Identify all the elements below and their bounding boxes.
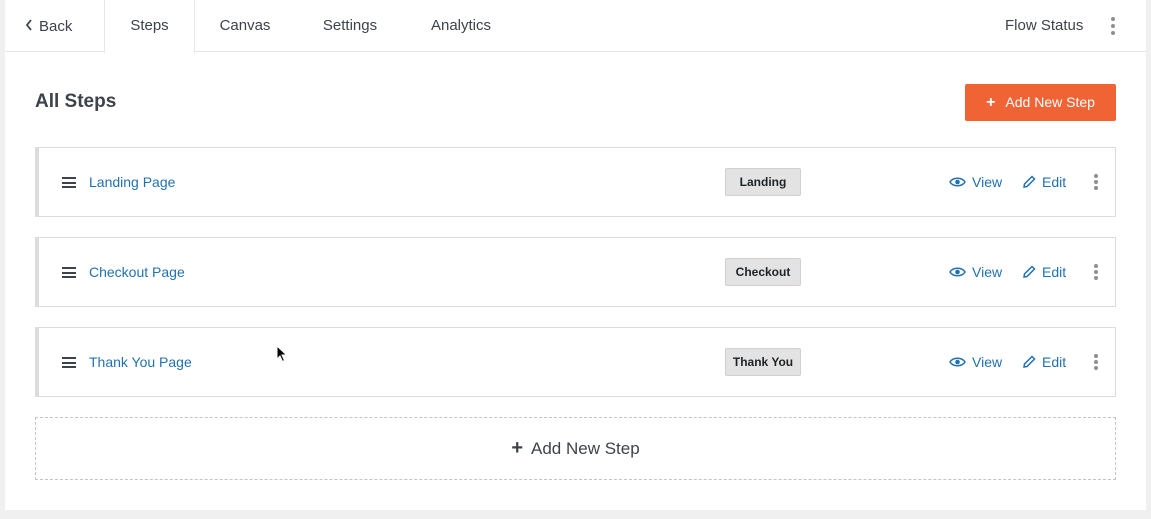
flow-status-label: Flow Status (1005, 17, 1084, 34)
eye-icon (949, 356, 966, 368)
chevron-left-icon (25, 0, 39, 52)
plus-icon: + (511, 437, 523, 459)
add-new-step-label: Add New Step (1005, 94, 1095, 110)
view-label: View (972, 174, 1003, 190)
edit-step-link[interactable]: Edit (1022, 238, 1066, 306)
top-navigation: Back Steps Canvas Settings Analytics Flo… (5, 0, 1146, 53)
tab-canvas[interactable]: Canvas (210, 0, 280, 52)
edit-step-link[interactable]: Edit (1022, 328, 1066, 396)
plus-icon: + (986, 94, 996, 111)
page-title: All Steps (35, 91, 117, 112)
step-more-menu-icon[interactable] (1090, 352, 1102, 372)
tab-analytics[interactable]: Analytics (423, 0, 499, 52)
eye-icon (949, 176, 966, 188)
back-button[interactable]: Back (25, 0, 85, 52)
tab-settings-label: Settings (322, 17, 378, 34)
flow-more-menu-icon[interactable] (1105, 15, 1121, 37)
step-title-link[interactable]: Thank You Page (89, 328, 192, 396)
pencil-icon (1022, 175, 1036, 189)
tab-settings[interactable]: Settings (310, 0, 390, 52)
view-label: View (972, 264, 1003, 280)
view-step-link[interactable]: View (949, 148, 1002, 216)
step-type-badge: Landing (725, 168, 801, 196)
step-title-link[interactable]: Checkout Page (89, 238, 185, 306)
pencil-icon (1022, 265, 1036, 279)
drag-handle-icon[interactable] (62, 177, 76, 188)
step-row: Thank You Page Thank You View Edit (35, 327, 1116, 397)
edit-label: Edit (1042, 264, 1067, 280)
edit-step-link[interactable]: Edit (1022, 148, 1066, 216)
pencil-icon (1022, 355, 1036, 369)
drag-handle-icon[interactable] (62, 267, 76, 278)
back-label: Back (39, 18, 73, 35)
flow-status-toggle[interactable]: Flow Status (1005, 0, 1095, 52)
step-row: Landing Page Landing View Edit (35, 147, 1116, 217)
add-new-step-area-label: Add New Step (531, 439, 640, 458)
eye-icon (949, 266, 966, 278)
edit-label: Edit (1042, 354, 1067, 370)
tab-analytics-label: Analytics (430, 17, 492, 34)
mouse-pointer-icon (276, 345, 288, 363)
tab-steps[interactable]: Steps (104, 0, 195, 53)
add-new-step-area[interactable]: + Add New Step (35, 417, 1116, 480)
view-step-link[interactable]: View (949, 328, 1002, 396)
step-more-menu-icon[interactable] (1090, 262, 1102, 282)
step-type-badge: Checkout (725, 258, 801, 286)
edit-label: Edit (1042, 174, 1067, 190)
view-step-link[interactable]: View (949, 238, 1002, 306)
view-label: View (972, 354, 1003, 370)
tab-steps-label: Steps (130, 17, 169, 34)
flow-editor-panel: Back Steps Canvas Settings Analytics Flo… (5, 0, 1146, 510)
step-row: Checkout Page Checkout View Edit (35, 237, 1116, 307)
step-title-link[interactable]: Landing Page (89, 148, 175, 216)
tab-canvas-label: Canvas (219, 17, 271, 34)
drag-handle-icon[interactable] (62, 357, 76, 368)
step-type-badge: Thank You (725, 348, 801, 376)
step-more-menu-icon[interactable] (1090, 172, 1102, 192)
add-new-step-button[interactable]: + Add New Step (965, 84, 1116, 121)
